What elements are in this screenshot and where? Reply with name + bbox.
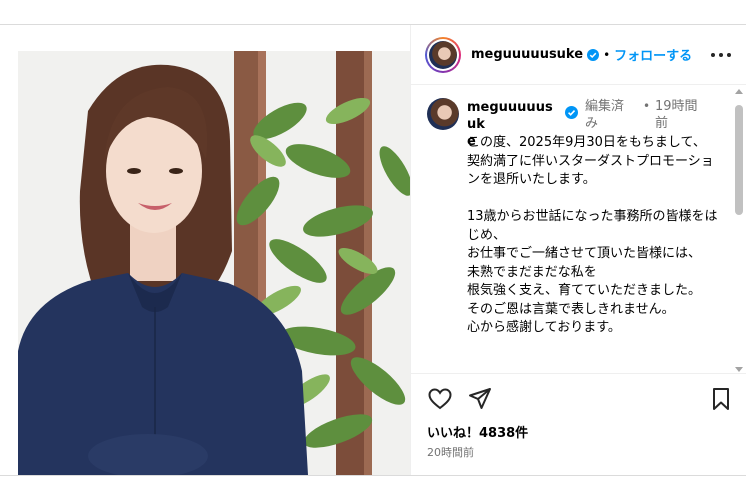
scrollbar-thumb[interactable] bbox=[735, 105, 743, 215]
header-username[interactable]: meguuuuusuke bbox=[471, 47, 583, 62]
paper-plane-icon[interactable] bbox=[467, 386, 493, 412]
post-header: meguuuuusuke • フォローする bbox=[411, 25, 746, 85]
post-photo bbox=[18, 51, 410, 475]
caption-text: この度、2025年9月30日をもちまして、 契約満了に伴いスターダストプロモーシ… bbox=[467, 135, 718, 335]
heart-icon[interactable] bbox=[427, 386, 453, 412]
post-side-panel: meguuuuusuke • フォローする meguuuuusuk e 編集済 … bbox=[410, 25, 746, 475]
edited-line1: 編集済 bbox=[585, 99, 625, 114]
caption-timestamp[interactable]: 19時間 前 bbox=[655, 98, 705, 132]
time-line2: 前 bbox=[655, 116, 669, 131]
post-actions: いいね！4838件 20時間前 bbox=[411, 373, 746, 475]
post-timestamp[interactable]: 20時間前 bbox=[427, 444, 474, 460]
scroll-down-arrow-icon[interactable] bbox=[735, 367, 743, 372]
scroll-up-arrow-icon[interactable] bbox=[735, 89, 743, 94]
separator-dot: • bbox=[643, 99, 651, 113]
edited-label: 編集済 み bbox=[585, 98, 637, 132]
caption-scrollbar[interactable] bbox=[734, 89, 744, 372]
post-media[interactable] bbox=[0, 25, 410, 475]
time-line1: 19時間 bbox=[655, 99, 698, 114]
separator-dot: • bbox=[603, 47, 611, 62]
verified-badge-icon bbox=[565, 106, 578, 119]
like-count[interactable]: いいね！4838件 bbox=[427, 422, 528, 441]
action-bar bbox=[427, 386, 733, 412]
verified-badge-icon bbox=[587, 48, 600, 61]
follow-button[interactable]: フォローする bbox=[614, 45, 692, 64]
bookmark-icon[interactable] bbox=[709, 386, 733, 412]
caption-area[interactable]: meguuuuusuk e 編集済 み • 19時間 前 この度、2025年9月… bbox=[411, 86, 746, 373]
story-avatar[interactable] bbox=[425, 36, 461, 73]
more-options-icon[interactable] bbox=[711, 46, 731, 64]
caption-username-line1: meguuuuusuk bbox=[467, 100, 553, 132]
edited-line2: み bbox=[585, 116, 599, 131]
post-container: meguuuuusuke • フォローする meguuuuusuk e 編集済 … bbox=[0, 24, 746, 476]
avatar bbox=[429, 40, 457, 69]
avatar[interactable] bbox=[427, 98, 459, 130]
